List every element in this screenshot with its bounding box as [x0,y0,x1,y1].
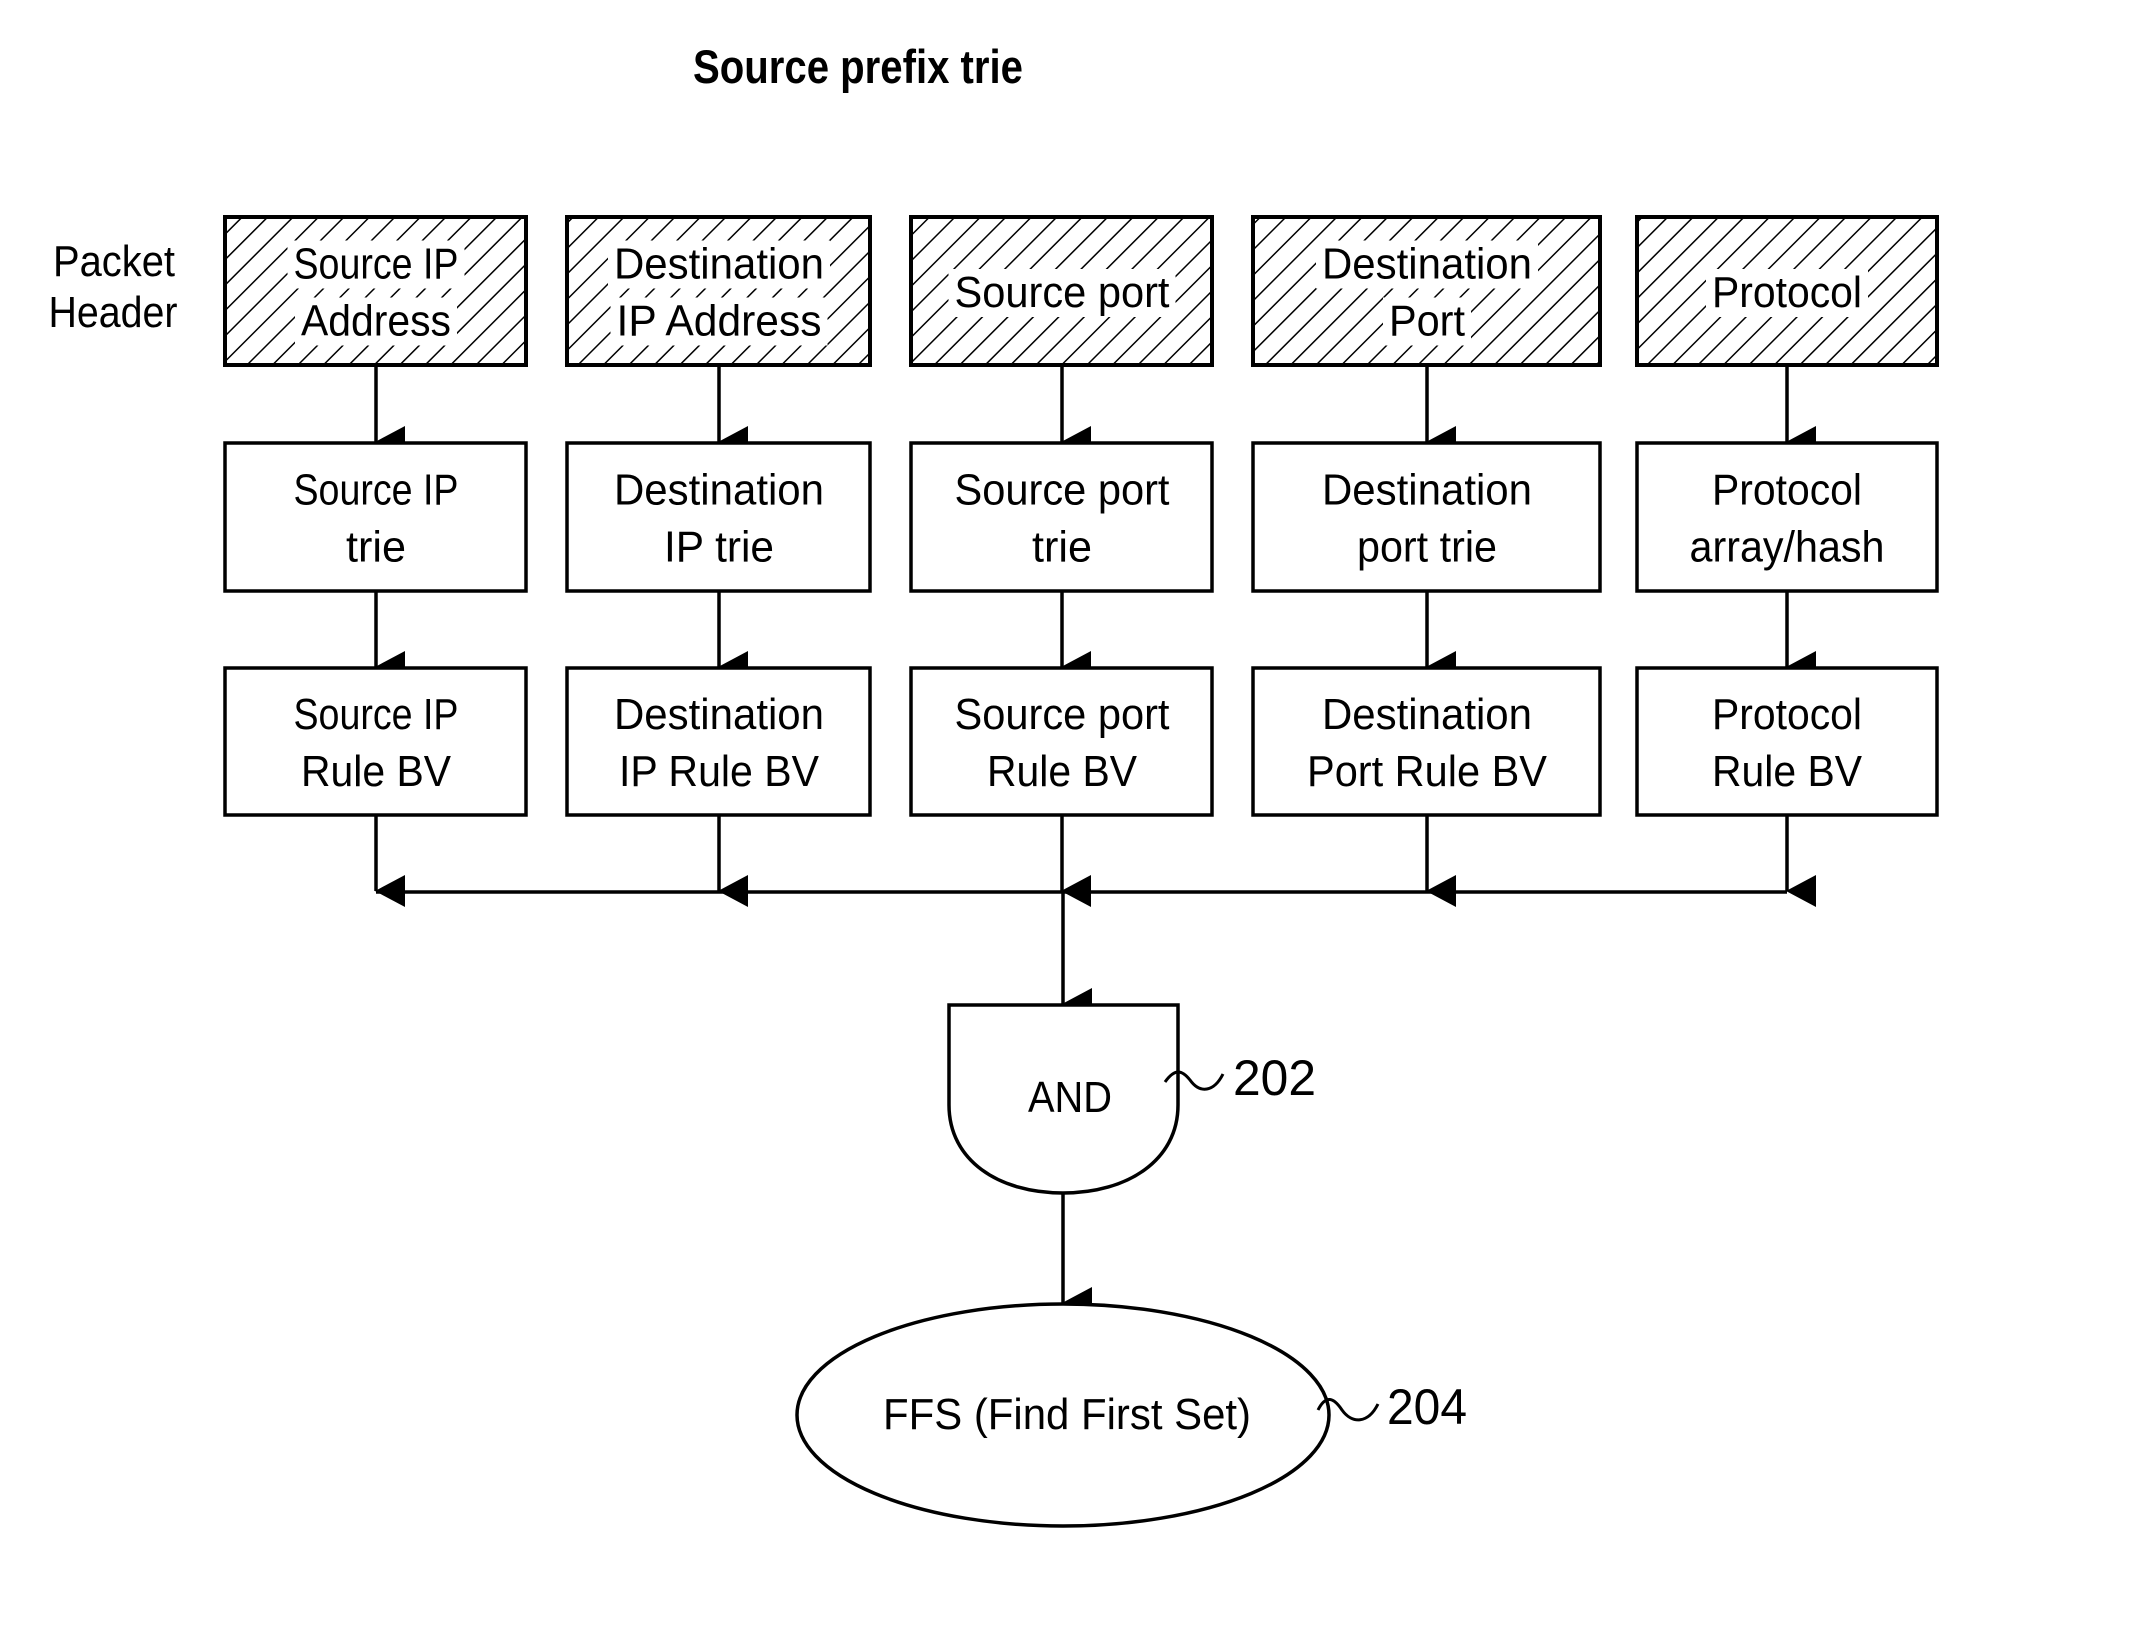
header-field-box: Destination IP Address [565,215,872,367]
and-gate: AND 202 [947,1003,1316,1195]
lookup-box-label-line: Destination [614,466,824,515]
column-destination-ip: DestinationIP AddressDestinationIP trieD… [565,215,872,907]
column-protocol: Protocol Protocol array/hash Protocol Rule B… [1635,215,1939,907]
column-destination-port: DestinationPortDestinationport trieDesti… [1251,215,1602,907]
header-field-box: Source port [909,215,1214,367]
rule-bv-box-label-line: Rule BV [987,747,1138,796]
lookup-box-label-line: Protocol [1712,466,1862,515]
lookup-box-label-line: IP trie [664,523,774,572]
header-field-box: Destination Port [1251,215,1602,367]
header-field-box-label-line: Port [1389,297,1465,346]
rule-bv-box-label-line: Port Rule BV [1307,747,1548,796]
rule-bv-box: Source port Rule BV [909,666,1214,817]
header-field-box: Source IP Address [223,215,528,367]
and-gate-ref-number: 202 [1233,1050,1316,1106]
rule-bv-box-label-line: Rule BV [1712,747,1863,796]
header-field-box-label-line: Protocol [1712,268,1862,317]
packet-header-label-line-1: Packet [53,237,175,286]
rule-bv-box-label-line: Destination [614,690,824,739]
field-columns: Source IP Address Source IP trie Source IP Ru… [223,215,1939,907]
header-field-box: Protocol [1635,215,1939,367]
packet-header-label: Packet Header [49,237,178,337]
column-source-port: Source port Source port trie Source port Rul… [909,215,1214,907]
lookup-box: Destination IP trie [565,441,872,593]
lookup-box-label-line: array/hash [1690,523,1885,572]
header-field-box-label-line: Source port [955,268,1170,317]
diagram-title: Source prefix trie [693,40,1023,93]
lookup-box: Protocol array/hash [1635,441,1939,593]
column-source-ip: Source IP Address Source IP trie Source IP Ru… [223,215,528,907]
header-field-box-label-line: Address [301,297,451,346]
ffs-label: FFS (Find First Set) [883,1390,1251,1439]
rule-bv-box-label-line: Rule BV [301,747,452,796]
rule-bv-box-label-line: Source IP [294,690,459,739]
lookup-box-label-line: trie [346,523,406,572]
lookup-box: Source IP trie [223,441,528,593]
rule-bv-box-label-line: Protocol [1712,690,1862,739]
lookup-box-label-line: port trie [1357,523,1497,572]
rule-bv-box-label-line: Source port [955,690,1170,739]
lookup-box-label-line: trie [1032,523,1092,572]
packet-header-label-line-2: Header [49,288,178,337]
lookup-box: Source port trie [909,441,1214,593]
header-field-box-label-line: Source IP [294,240,459,289]
rule-bv-box: Destination IP Rule BV [565,666,872,817]
lookup-box-label-line: Source port [955,466,1170,515]
rule-bv-box-label-line: Destination [1322,690,1532,739]
rule-bv-box: Destination Port Rule BV [1251,666,1602,817]
lookup-box-label-line: Destination [1322,466,1532,515]
rule-bv-box-label-line: IP Rule BV [619,747,820,796]
header-field-box-label-line: Destination [614,240,824,289]
ffs-node: FFS (Find First Set) 204 [795,1302,1467,1528]
header-field-box-label-line: Destination [1322,240,1532,289]
header-field-box-label-line: IP Address [617,297,822,346]
lookup-box: Destination port trie [1251,441,1602,593]
rule-bv-box: Source IP Rule BV [223,666,528,817]
packet-classification-diagram: Source prefix trie Packet Header Source … [49,40,1939,1528]
and-gate-label: AND [1028,1073,1112,1122]
ffs-ref-number: 204 [1387,1379,1467,1435]
rule-bv-box: Protocol Rule BV [1635,666,1939,817]
lookup-box-label-line: Source IP [294,466,459,515]
